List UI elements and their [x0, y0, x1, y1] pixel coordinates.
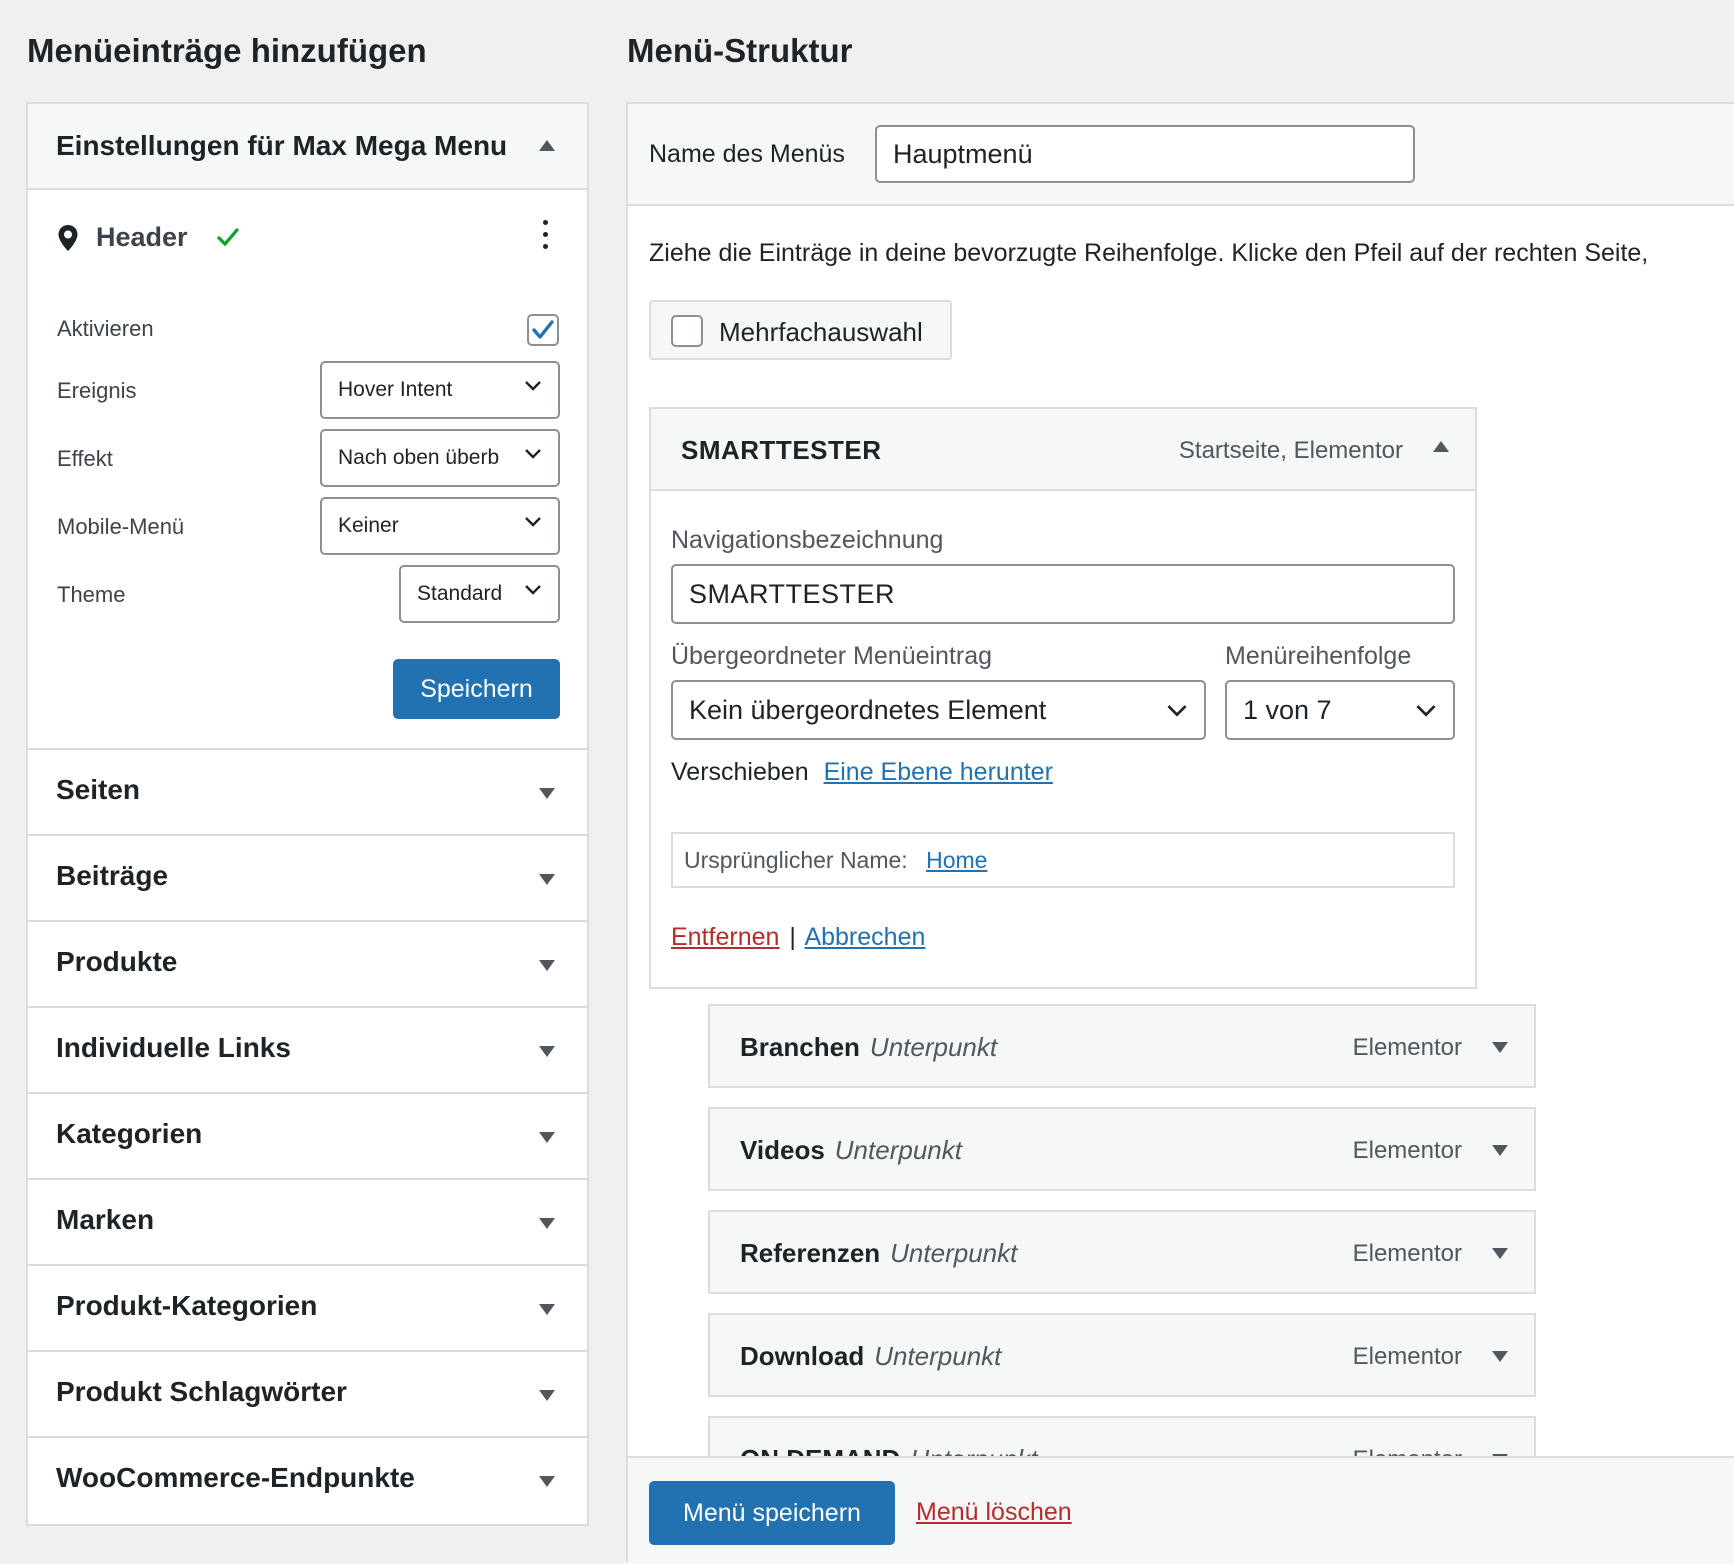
triangle-down-icon — [539, 1390, 555, 1401]
triangle-down-icon — [539, 1476, 555, 1487]
section-produkt-kategorien[interactable]: Produkt-Kategorien — [28, 1264, 587, 1350]
triangle-down-icon — [539, 1046, 555, 1057]
triangle-down-icon[interactable] — [1492, 1145, 1508, 1156]
menu-item[interactable]: ON DEMAND Unterpunkt Elementor — [708, 1416, 1536, 1456]
menu-item-type: Elementor — [1352, 1034, 1462, 1061]
menu-item-sub: Unterpunkt — [910, 1444, 1037, 1456]
section-beiträge[interactable]: Beiträge — [28, 834, 587, 920]
section-label: Produkt-Kategorien — [56, 1290, 318, 1321]
menu-item-title: Videos Unterpunkt — [740, 1135, 962, 1166]
section-label: WooCommerce-Endpunkte — [56, 1462, 415, 1493]
triangle-down-icon[interactable] — [1492, 1042, 1508, 1053]
triangle-down-icon — [539, 1304, 555, 1315]
section-seiten[interactable]: Seiten — [28, 748, 587, 834]
effect-select-value: Nach oben überb — [338, 446, 500, 469]
section-label: Produkte — [56, 946, 178, 977]
effect-label: Effekt — [57, 446, 113, 471]
event-select[interactable]: Hover Intent — [320, 361, 560, 419]
activate-checkbox[interactable] — [527, 314, 559, 346]
menu-structure-panel: Name des Menüs Hauptmenü Ziehe die Eintr… — [626, 102, 1734, 1564]
menu-item-title: Download Unterpunkt — [740, 1341, 1001, 1372]
location-pin-icon — [58, 225, 78, 251]
menu-item[interactable]: Download Unterpunkt Elementor — [708, 1313, 1536, 1397]
menu-item-label: Videos — [740, 1135, 825, 1165]
menu-item-type: Elementor — [1352, 1137, 1462, 1164]
section-produkt-schlagwörter[interactable]: Produkt Schlagwörter — [28, 1350, 587, 1436]
triangle-down-icon[interactable] — [1492, 1248, 1508, 1259]
section-label: Seiten — [56, 774, 141, 805]
theme-select[interactable]: Standard — [399, 565, 560, 623]
mega-menu-settings-title: Einstellungen für Max Mega Menu — [56, 130, 508, 161]
checkmark-icon — [217, 228, 239, 247]
triangle-down-icon — [539, 788, 555, 799]
menu-item-sub: Unterpunkt — [834, 1135, 962, 1165]
menu-item[interactable]: Referenzen Unterpunkt Elementor — [708, 1210, 1536, 1294]
menu-item-sub: Unterpunkt — [890, 1238, 1018, 1268]
chevron-down-icon — [525, 585, 541, 595]
delete-menu-link[interactable]: Menü löschen — [916, 1498, 1072, 1527]
mobile-menu-label: Mobile-Menü — [57, 514, 185, 539]
menu-item-type: Elementor — [1352, 1343, 1462, 1370]
menu-item-label: Download — [740, 1341, 865, 1371]
menu-location-name: Header — [96, 222, 188, 252]
kebab-menu-icon[interactable] — [540, 218, 550, 254]
section-marken[interactable]: Marken — [28, 1178, 587, 1264]
menu-item-title: ON DEMAND Unterpunkt — [740, 1444, 1038, 1456]
event-label: Ereignis — [57, 378, 137, 403]
chevron-down-icon — [525, 517, 541, 527]
section-label: Beiträge — [56, 860, 169, 891]
triangle-down-icon — [539, 1218, 555, 1229]
section-label: Marken — [56, 1204, 155, 1235]
chevron-down-icon — [525, 381, 541, 391]
menu-footer: Menü speichern Menü löschen — [628, 1456, 1734, 1564]
save-settings-button[interactable]: Speichern — [393, 659, 560, 719]
section-label: Produkt Schlagwörter — [56, 1376, 347, 1407]
mobile-menu-select-value: Keiner — [338, 514, 399, 537]
activate-label: Aktivieren — [57, 316, 154, 341]
menu-item-type: Elementor — [1353, 1446, 1462, 1456]
event-select-value: Hover Intent — [338, 378, 453, 401]
menu-item-label: Referenzen — [740, 1238, 881, 1268]
section-label: Individuelle Links — [56, 1032, 291, 1063]
menu-item[interactable]: Videos Unterpunkt Elementor — [708, 1107, 1536, 1191]
menu-item-title: Referenzen Unterpunkt — [740, 1238, 1017, 1269]
section-label: Kategorien — [56, 1118, 203, 1149]
triangle-down-icon — [539, 1132, 555, 1143]
section-produkte[interactable]: Produkte — [28, 920, 587, 1006]
menu-item[interactable]: Branchen Unterpunkt Elementor — [708, 1004, 1536, 1088]
mobile-menu-select[interactable]: Keiner — [320, 497, 560, 555]
menu-items-scroll-area: Branchen Unterpunkt Elementor Videos Unterpu… — [628, 104, 1734, 1456]
add-menu-items-heading: Menüeinträge hinzufügen — [27, 32, 427, 69]
add-items-panel: Einstellungen für Max Mega Menu Header A… — [26, 102, 589, 1526]
theme-label: Theme — [57, 582, 126, 607]
menu-item-sub: Unterpunkt — [869, 1032, 998, 1062]
menu-item-title: Branchen Unterpunkt — [740, 1032, 997, 1063]
checkbox-icon — [532, 320, 554, 339]
triangle-up-icon — [539, 140, 555, 151]
section-individuelle-links[interactable]: Individuelle Links — [28, 1006, 587, 1092]
triangle-down-icon — [539, 960, 555, 971]
section-woocommerce-endpunkte[interactable]: WooCommerce-Endpunkte — [28, 1436, 587, 1522]
menu-item-label: ON DEMAND — [740, 1444, 900, 1456]
triangle-down-icon[interactable] — [1492, 1351, 1508, 1362]
save-menu-button[interactable]: Menü speichern — [649, 1481, 895, 1545]
menu-item-type: Elementor — [1352, 1240, 1462, 1267]
menu-item-label: Branchen — [740, 1032, 860, 1062]
chevron-down-icon — [524, 445, 542, 463]
theme-select-value: Standard — [417, 582, 503, 605]
section-kategorien[interactable]: Kategorien — [28, 1092, 587, 1178]
menu-item-sub: Unterpunkt — [874, 1341, 1002, 1371]
triangle-down-icon — [539, 874, 555, 885]
menu-structure-heading: Menü-Struktur — [627, 32, 853, 69]
mega-menu-settings-header[interactable]: Einstellungen für Max Mega Menu — [28, 104, 587, 190]
effect-select[interactable]: Nach oben überb — [320, 429, 560, 487]
